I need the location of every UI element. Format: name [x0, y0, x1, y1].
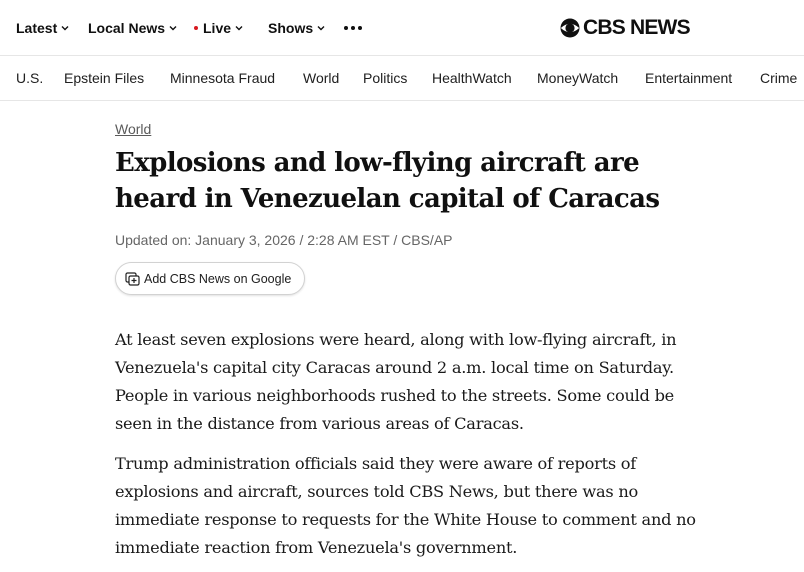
nav-local-news[interactable]: Local News [88, 18, 177, 38]
chevron-down-icon [61, 26, 69, 31]
chevron-down-icon [169, 26, 177, 31]
section-crime[interactable]: Crime [760, 70, 797, 86]
chevron-down-icon [235, 26, 243, 31]
top-navigation: Latest Local News Live Shows CBS NEWS [0, 0, 804, 56]
article-headline: Explosions and low-flying aircraft are h… [115, 148, 660, 214]
add-cbs-on-google-label: Add CBS News on Google [144, 271, 292, 286]
nav-shows-label: Shows [268, 20, 314, 36]
nav-live-label: Live [203, 20, 232, 36]
nav-live[interactable]: Live [194, 18, 243, 38]
logo-text: CBS NEWS [583, 16, 691, 39]
section-us[interactable]: U.S. [16, 70, 43, 86]
section-navigation: U.S. Epstein Files Minnesota Fraud World… [0, 56, 804, 101]
article-category-link[interactable]: World [115, 121, 151, 137]
section-healthwatch[interactable]: HealthWatch [432, 70, 512, 86]
add-cbs-on-google-button[interactable]: Add CBS News on Google [115, 262, 305, 295]
section-entertainment[interactable]: Entertainment [645, 70, 732, 86]
nav-latest[interactable]: Latest [16, 18, 69, 38]
more-dots-icon[interactable] [342, 20, 364, 36]
article-byline: Updated on: January 3, 2026 / 2:28 AM ES… [115, 232, 453, 248]
nav-latest-label: Latest [16, 20, 58, 36]
section-politics[interactable]: Politics [363, 70, 407, 86]
live-indicator-dot [194, 26, 198, 30]
cbs-eye-logo [560, 18, 580, 38]
nav-local-news-label: Local News [88, 20, 166, 36]
section-world[interactable]: World [303, 70, 339, 86]
cbs-news-logo[interactable]: CBS NEWS [560, 16, 691, 40]
add-source-icon [125, 271, 140, 286]
article-paragraph: Trump administration officials said they… [115, 454, 696, 557]
section-moneywatch[interactable]: MoneyWatch [537, 70, 618, 86]
chevron-down-icon [317, 26, 325, 31]
section-minnesota-fraud[interactable]: Minnesota Fraud [170, 70, 275, 86]
article-paragraph: At least seven explosions were heard, al… [115, 330, 677, 433]
nav-shows[interactable]: Shows [268, 18, 325, 38]
section-epstein-files[interactable]: Epstein Files [64, 70, 144, 86]
